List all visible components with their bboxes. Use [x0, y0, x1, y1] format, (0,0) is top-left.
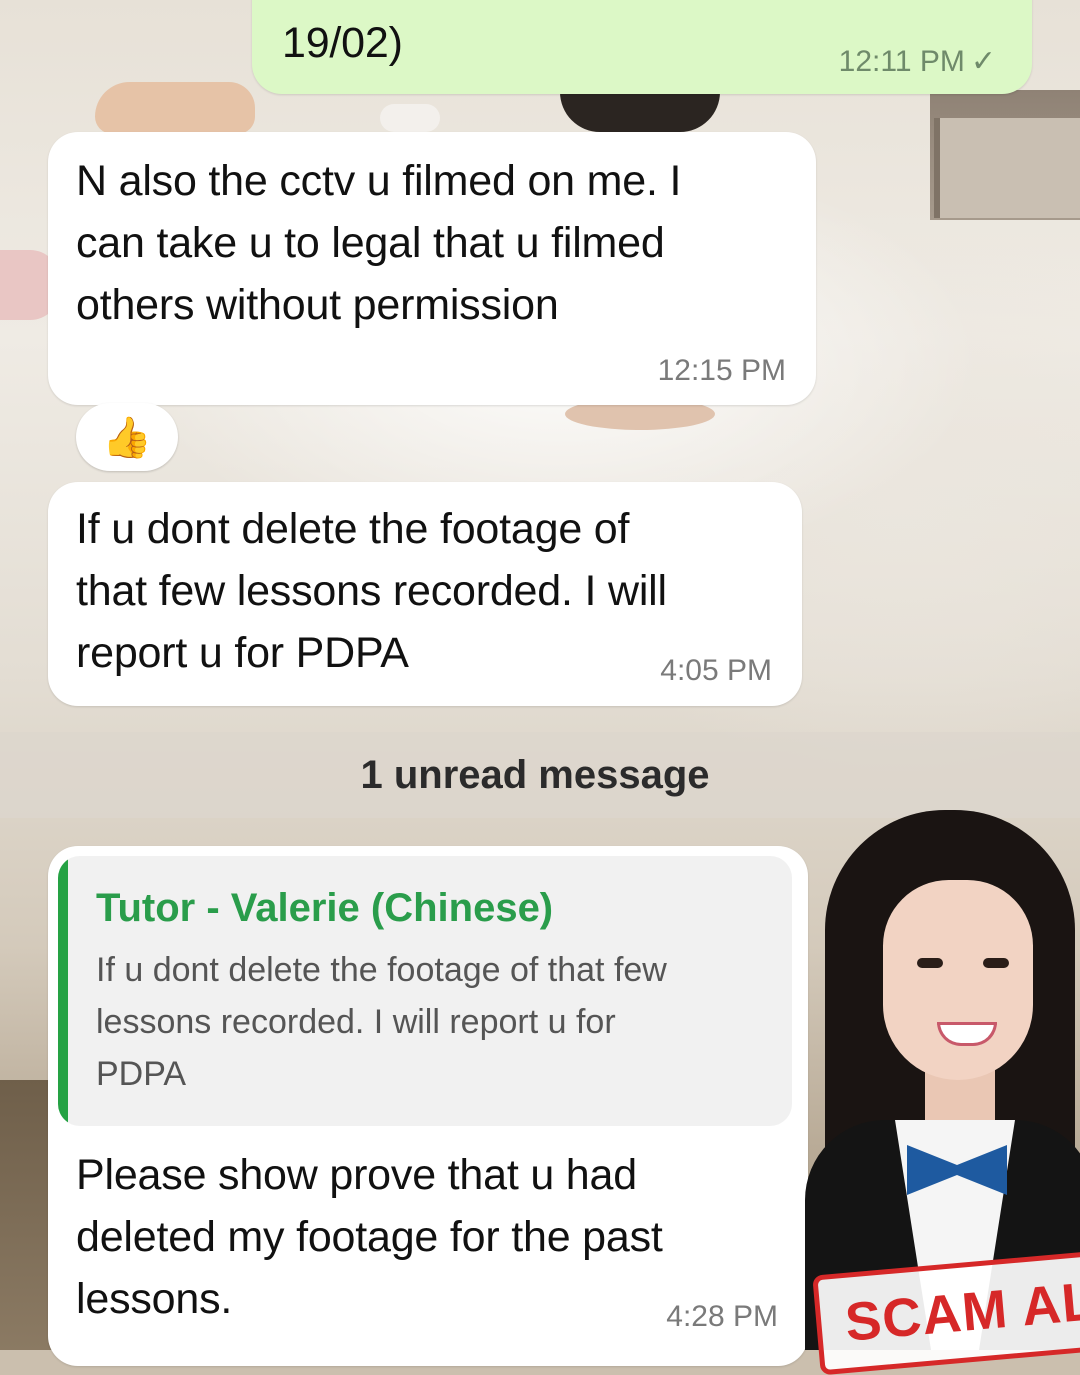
message-text: Please show prove that u had deleted my …	[76, 1144, 663, 1330]
wallpaper-shelf	[934, 118, 1080, 218]
thumbs-up-icon[interactable]: 👍	[76, 403, 178, 471]
portrait-eye	[983, 958, 1009, 968]
wallpaper-head	[560, 92, 720, 132]
check-icon: ✓	[970, 45, 996, 78]
message-line: that few lessons recorded. I will	[76, 567, 667, 615]
message-text: 19/02)	[282, 19, 403, 67]
wallpaper-arm	[380, 104, 440, 132]
quote-line: PDPA	[96, 1055, 187, 1093]
message-line: can take u to legal that u filmed	[76, 219, 665, 267]
message-line: others without permission	[76, 281, 559, 329]
quote-line: lessons recorded. I will report u for	[96, 1003, 616, 1041]
message-bubble-outgoing[interactable]: 19/02) 12:11 PM ✓	[252, 0, 1032, 94]
quote-text: If u dont delete the footage of that few…	[96, 944, 786, 1100]
message-timestamp: 12:11 PM ✓	[839, 44, 996, 79]
message-line: Please show prove that u had	[76, 1151, 637, 1199]
message-timestamp: 4:05 PM	[660, 654, 772, 687]
stamp-label: SCAM ALE	[842, 1267, 1080, 1353]
message-line: deleted my footage for the past	[76, 1213, 663, 1261]
quote-accent-bar	[58, 856, 68, 1126]
message-text: If u dont delete the footage of that few…	[76, 498, 667, 684]
message-text: N also the cctv u filmed on me. I can ta…	[76, 150, 681, 336]
reaction-emoji: 👍	[102, 415, 152, 460]
message-line: report u for PDPA	[76, 629, 409, 677]
message-bubble-incoming[interactable]: N also the cctv u filmed on me. I can ta…	[48, 132, 816, 405]
wallpaper-foot	[95, 82, 255, 134]
quote-sender: Tutor - Valerie (Chinese)	[96, 886, 554, 930]
quoted-reply[interactable]: Tutor - Valerie (Chinese) If u dont dele…	[58, 856, 792, 1126]
quote-line: If u dont delete the footage of that few	[96, 951, 667, 989]
unread-divider-label: 1 unread message	[360, 752, 710, 797]
portrait-face	[883, 880, 1033, 1080]
message-timestamp: 12:15 PM	[657, 354, 786, 387]
message-time-text: 12:11 PM	[838, 45, 965, 78]
portrait-eye	[917, 958, 943, 968]
message-timestamp: 4:28 PM	[666, 1300, 778, 1333]
message-line: If u dont delete the footage of	[76, 505, 630, 553]
message-bubble-incoming[interactable]: If u dont delete the footage of that few…	[48, 482, 802, 706]
message-line: N also the cctv u filmed on me. I	[76, 157, 682, 205]
message-line: lessons.	[76, 1275, 233, 1323]
